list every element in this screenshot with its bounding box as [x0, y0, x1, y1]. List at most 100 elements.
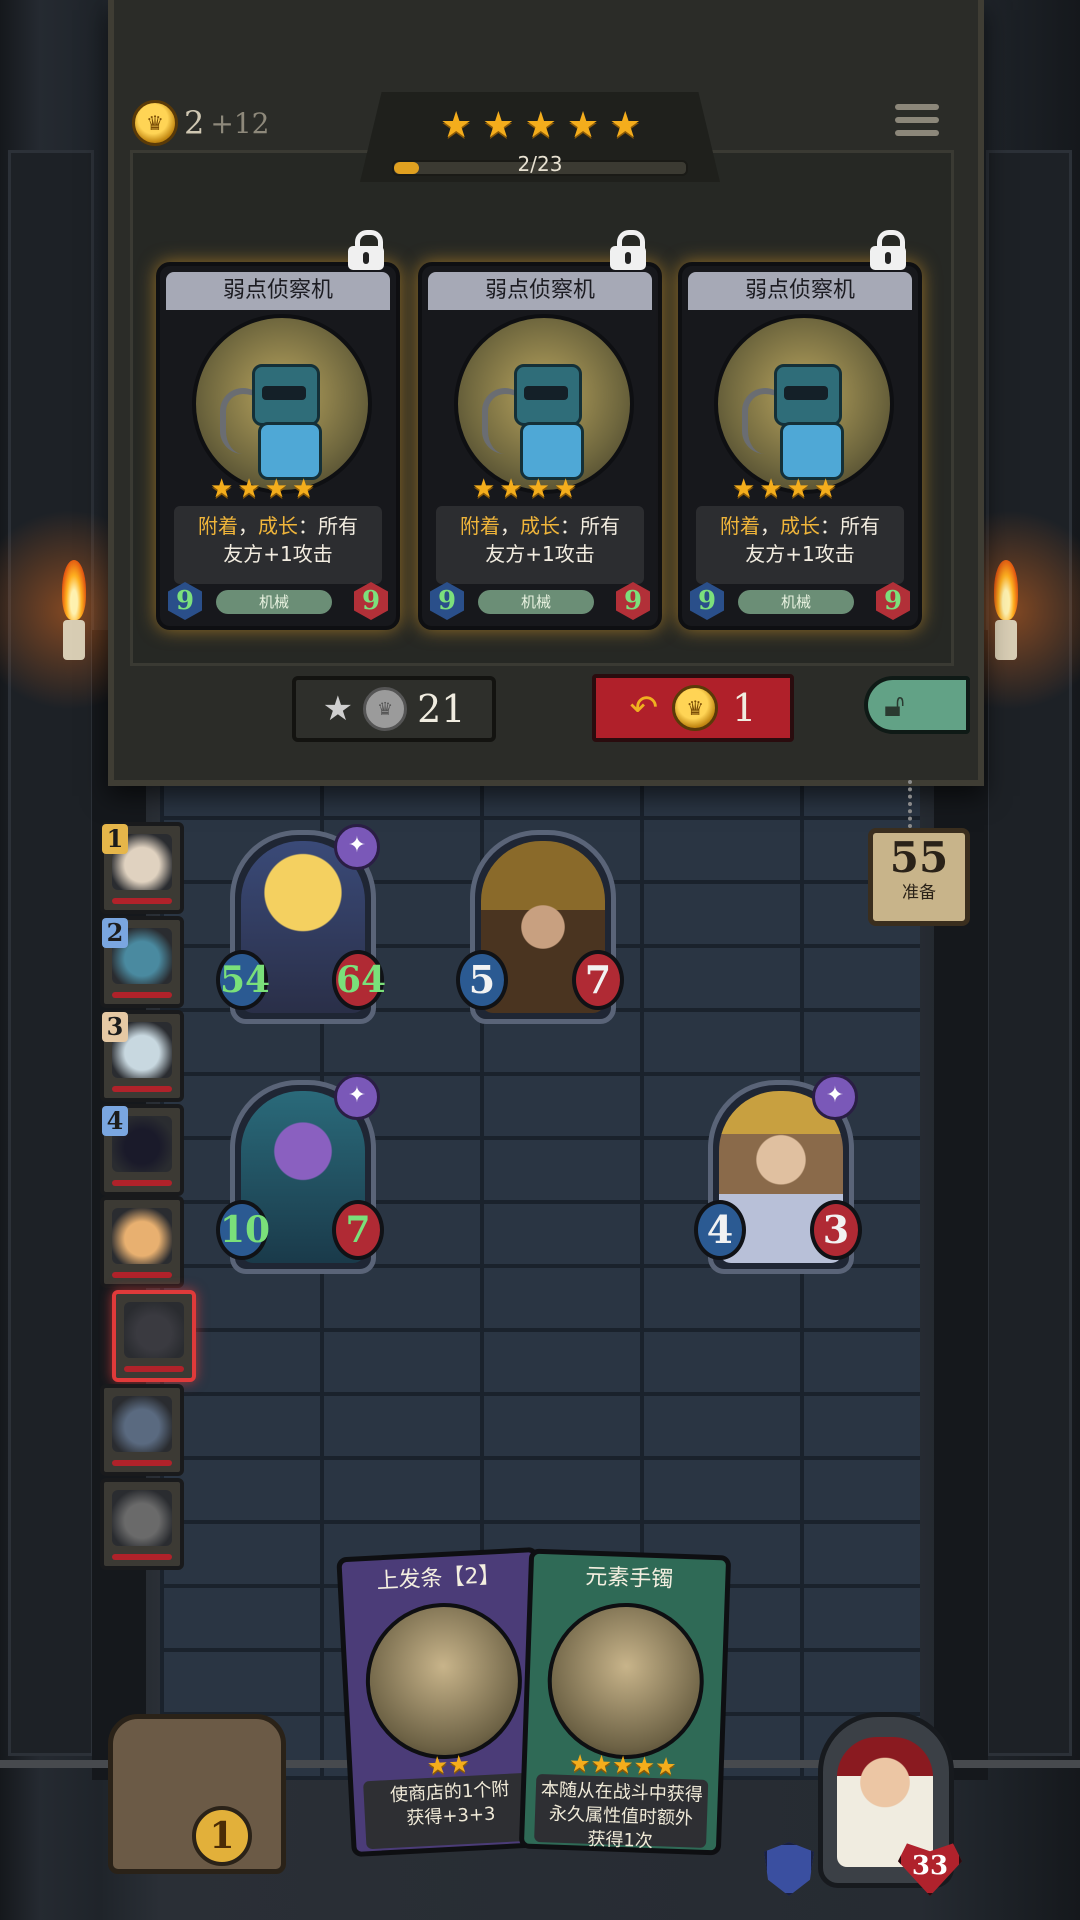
minion-health: 7 [332, 1200, 384, 1260]
card-health: 9 [876, 582, 910, 620]
card-health: 9 [616, 582, 650, 620]
card-tribe-tag: 机械 [216, 590, 332, 614]
card-attack: 9 [168, 582, 202, 620]
desc-line2: 友方+1攻击 [745, 542, 855, 566]
card-attack: 9 [430, 582, 464, 620]
health-bar [112, 1086, 172, 1092]
card-stars: ★ ★ ★ ★ [472, 476, 577, 502]
menu-icon[interactable] [895, 104, 939, 140]
hand-card-star-icon: ★ [654, 1752, 678, 1781]
minion-health: 64 [332, 950, 386, 1010]
ready-count: 55 [889, 833, 949, 882]
crown-coin-icon: ♛ [132, 100, 178, 146]
sign-chain [908, 780, 920, 828]
team-slot[interactable] [100, 1384, 184, 1476]
hand-card-title: 元素手镯 [584, 1564, 674, 1593]
health-bar [112, 898, 172, 904]
card-star-icon: ★ [786, 474, 810, 504]
minion-attack: 5 [456, 950, 508, 1010]
card-name: 弱点侦察机 [428, 272, 652, 310]
team-slot[interactable]: 4 [100, 1104, 184, 1196]
companion-portrait [112, 1208, 172, 1264]
card-health: 9 [354, 582, 388, 620]
card-star-icon: ★ [291, 474, 316, 504]
right-pillar [934, 630, 988, 1780]
lock-shop-button[interactable]: 🔓︎ [864, 676, 970, 734]
card-star-icon: ★ [553, 474, 578, 504]
lock-icon[interactable] [608, 230, 648, 270]
health-bar [112, 992, 172, 998]
card-description: 附着，成长：所有 友方+1攻击 [174, 506, 382, 584]
upgrade-tavern-button[interactable]: ★ ♛ 21 [292, 676, 496, 742]
card-stars: ★ ★ ★ ★ [210, 476, 315, 502]
health-bar [112, 1554, 172, 1560]
companion-portrait [124, 1302, 184, 1358]
unlock-icon: 🔓︎ [884, 685, 905, 724]
card-description: 附着，成长：所有 友方+1攻击 [436, 506, 644, 584]
keyword-grow: 成长 [258, 514, 298, 538]
lock-icon[interactable] [868, 230, 908, 270]
board-minion[interactable]: ✦ 10 7 [216, 1074, 384, 1274]
desc-rest: ：所有 [560, 514, 620, 538]
team-slot[interactable] [112, 1290, 196, 1382]
tier-star-icon: ★ [524, 105, 557, 146]
wind-up-key-icon [361, 1599, 526, 1764]
tier-star-icon: ★ [566, 105, 600, 146]
hand-card-description: 使商店的1个附 获得+3+3 [363, 1772, 539, 1850]
minion-attack: 54 [216, 950, 270, 1010]
card-tribe-tag: 机械 [738, 590, 854, 614]
shop-card[interactable]: 弱点侦察机 ★ ★ ★ ★ 附着，成长：所有 友方+1攻击 9 机械 9 [156, 230, 400, 630]
card-name: 弱点侦察机 [166, 272, 390, 310]
robot-portrait [192, 314, 372, 494]
sparkle-badge-icon: ✦ [334, 824, 380, 870]
silver-coin-icon: ♛ [363, 687, 408, 731]
companion-portrait [112, 1396, 172, 1452]
robot-portrait [714, 314, 894, 494]
card-star-icon: ★ [813, 474, 838, 504]
shop-card[interactable]: 弱点侦察机 ★ ★ ★ ★ 附着，成长：所有 友方+1攻击 9 机械 9 [418, 230, 662, 630]
tier-star-icon: ★ [440, 105, 473, 146]
desc-line2: 友方+1攻击 [223, 542, 333, 566]
desc-separator: ， [760, 514, 780, 538]
board-minion[interactable]: ✦ 4 3 [694, 1074, 862, 1274]
health-bar [124, 1366, 184, 1372]
slot-number: 1 [102, 824, 128, 854]
star-upgrade-icon: ★ [322, 689, 354, 729]
left-wall-panel [8, 150, 94, 1756]
hand-card-star-icon: ★ [611, 1750, 635, 1780]
refresh-arrow-icon: ↶ [629, 688, 659, 728]
desc-rest: ：所有 [820, 514, 880, 538]
lock-icon[interactable] [346, 230, 386, 270]
sparkle-badge-icon: ✦ [812, 1074, 858, 1120]
health-bar [112, 1180, 172, 1186]
board-minion[interactable]: 5 7 [456, 830, 624, 1024]
hand-card-star-icon: ★ [568, 1749, 592, 1778]
team-slot[interactable]: 1 [100, 822, 184, 914]
card-stars: ★ ★ ★ ★ [732, 476, 837, 502]
refresh-button[interactable]: ↶ ♛ 1 [592, 674, 794, 742]
slot-number: 2 [102, 918, 128, 948]
desc-separator: ， [238, 514, 258, 538]
gold-amount: 2 [184, 104, 205, 142]
torch-right [986, 560, 1026, 670]
tier-star-icon: ★ [609, 105, 642, 146]
desc-line2: 友方+1攻击 [485, 542, 595, 566]
shop-card[interactable]: 弱点侦察机 ★ ★ ★ ★ 附着，成长：所有 友方+1攻击 9 机械 9 [678, 230, 922, 630]
hand-card-title: 上发条【2】 [375, 1562, 502, 1595]
tier-progress-text: 2/23 [517, 152, 563, 176]
board-minion[interactable]: ✦ 54 64 [216, 824, 386, 1024]
torch-left [54, 560, 94, 670]
team-slot[interactable] [100, 1196, 184, 1288]
desc-separator: ， [500, 514, 520, 538]
team-slot[interactable]: 2 [100, 916, 184, 1008]
team-slot[interactable] [100, 1478, 184, 1570]
hand-card[interactable]: 元素手镯 ★★★★★ 本随从在战斗中获得 永久属性值时额外 获得1次 [518, 1548, 732, 1856]
minion-attack: 4 [694, 1200, 746, 1260]
ready-sign[interactable]: 55 准备 [868, 828, 970, 926]
card-tribe-tag: 机械 [478, 590, 594, 614]
upgrade-cost: 21 [417, 687, 466, 731]
robot-portrait [454, 314, 634, 494]
hand-card-star-icon: ★ [633, 1751, 656, 1781]
card-star-icon: ★ [526, 474, 550, 504]
team-slot[interactable]: 3 [100, 1010, 184, 1102]
